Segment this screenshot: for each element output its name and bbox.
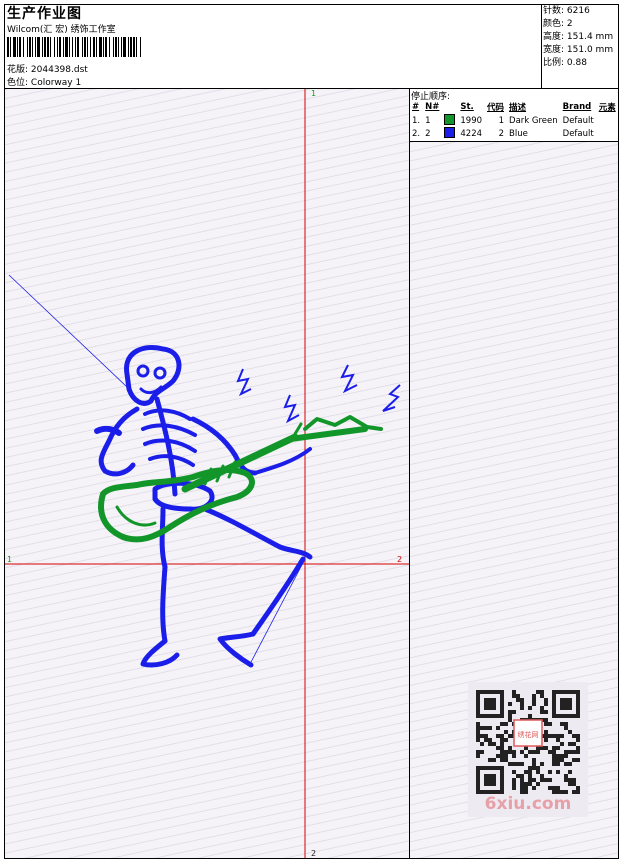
stat-width: 宽度: 151.0 mm	[543, 45, 614, 55]
studio-name: Wilcom(汇 宏) 绣饰工作室	[7, 25, 116, 35]
guitar-shape	[98, 415, 383, 543]
notes-panel: 绣花网 6xiu.com	[410, 142, 618, 858]
design-row: 花版: 2044398.dst	[7, 62, 88, 75]
stat-height: 高度: 151.4 mm	[543, 32, 614, 42]
jump-stitch	[8, 274, 128, 388]
col-swatch	[442, 101, 458, 114]
axis-label-bottom: 2	[311, 849, 316, 858]
qr-code-icon: 绣花网 6xiu.com	[468, 682, 588, 817]
design-canvas: 1 2 1 2	[5, 89, 409, 858]
col-n: N#	[425, 102, 440, 112]
col-element: 元素	[598, 103, 616, 113]
stat-colors: 颜色: 2	[543, 19, 573, 29]
stat-scale: 比例: 0.88	[543, 58, 587, 68]
col-code: 代码	[487, 103, 505, 113]
page-title: 生产作业图	[7, 6, 82, 22]
col-idx: #	[412, 102, 420, 112]
table-row: 1. 1 1990 1 Dark Green Default	[412, 114, 594, 126]
axis-label-top: 1	[311, 89, 316, 98]
colorway-label: 色位:	[7, 78, 29, 88]
stats-divider	[541, 5, 542, 88]
axis-label-right: 2	[397, 555, 402, 564]
colorway-value: Colorway 1	[30, 78, 82, 88]
lightning-icons	[236, 364, 401, 424]
table-row: 2. 2 4224 2 Blue Default	[412, 127, 594, 139]
jump-stitch-2	[249, 558, 306, 665]
axis-label-left: 1	[7, 555, 12, 564]
design-label: 花版:	[7, 65, 29, 75]
stamp-text: 绣花网	[518, 730, 539, 739]
design-file: 2044398.dst	[30, 65, 88, 75]
stat-stitches: 针数: 6216	[543, 6, 590, 16]
stop-sequence-table: # N# St. 代码 描述 Brand 元素 1. 1 1990 1 Dark…	[410, 101, 619, 140]
color-swatch	[444, 127, 456, 138]
colorway-row: 色位: Colorway 1	[7, 75, 81, 88]
brand-watermark: 6xiu.com	[485, 794, 572, 814]
color-swatch	[444, 114, 456, 125]
table-header: # N# St. 代码 描述 Brand 元素	[410, 101, 619, 114]
col-brand: Brand	[562, 102, 592, 112]
embroidery-preview: 1 2 1 2	[5, 89, 409, 858]
col-desc: 描述	[509, 103, 527, 113]
col-st: St.	[460, 102, 474, 112]
barcode-icon	[7, 37, 141, 57]
stats-block: 针数: 6216 颜色: 2 高度: 151.4 mm 宽度: 151.0 mm…	[543, 5, 613, 70]
